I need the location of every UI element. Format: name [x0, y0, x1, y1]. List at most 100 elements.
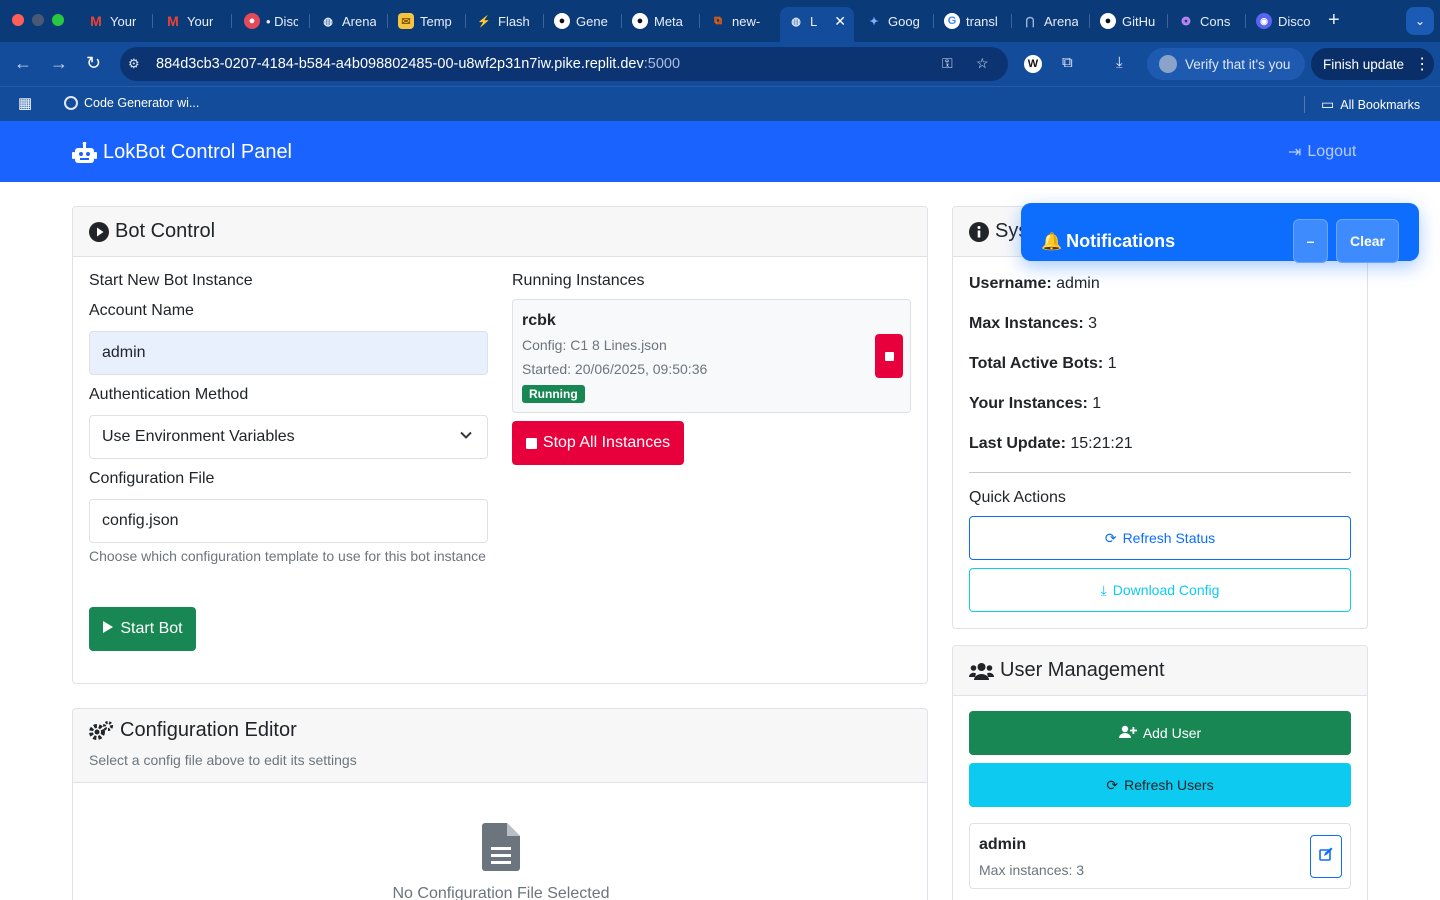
config-editor-subtitle: Select a config file above to edit its s… [89, 752, 357, 768]
robot-icon [72, 141, 97, 164]
refresh-icon: ⟳ [1104, 529, 1117, 546]
browser-tab[interactable]: M Your [80, 7, 150, 35]
stop-instance-button[interactable] [875, 334, 903, 378]
browser-tab[interactable]: ⧉ new- [702, 7, 774, 35]
browser-tab[interactable]: ⋂ Arena [1014, 7, 1086, 35]
chevron-down-icon [459, 428, 473, 447]
site-info-icon[interactable]: ⚙ [128, 56, 150, 72]
stop-icon [525, 437, 537, 449]
browser-tab[interactable]: ✦ Goog [858, 7, 930, 35]
bell-icon: 🔔 [1041, 231, 1063, 251]
user-list-item: admin Max instances: 3 [969, 823, 1351, 889]
brand[interactable]: LokBot Control Panel [72, 141, 292, 164]
close-tab-icon[interactable]: ✕ [834, 13, 846, 30]
download-icon: ⤓ [1100, 581, 1107, 598]
minimize-notifications-button[interactable]: – [1293, 219, 1328, 263]
url-text: 884d3cb3-0207-4184-b584-a4b098802485-00-… [156, 56, 681, 72]
apps-grid-icon[interactable]: ▦ [18, 94, 32, 112]
refresh-users-button[interactable]: ⟳ Refresh Users [969, 763, 1351, 807]
github-icon: ● [554, 13, 570, 29]
mail-icon: ✉ [398, 13, 414, 29]
start-bot-button[interactable]: Start Bot [89, 607, 196, 651]
browser-tab[interactable]: ● GitHu [1092, 7, 1164, 35]
finish-update-button[interactable]: Finish update ⋮ [1311, 48, 1434, 80]
gmail-icon: M [167, 13, 179, 29]
replit-icon: ⧉ [714, 14, 722, 27]
console-icon: ❂ [1181, 15, 1191, 28]
bookmark-code-generator[interactable]: Code Generator wi... [64, 96, 199, 110]
browser-tab[interactable]: Gtransl [936, 7, 1008, 35]
google-icon: G [944, 13, 960, 29]
user-max-instances: Max instances: 3 [979, 862, 1085, 878]
key-icon[interactable]: ⚿ [942, 55, 953, 72]
info-last-update: Last Update: 15:21:21 [969, 435, 1133, 452]
sign-out-icon: ⇥ [1288, 144, 1302, 161]
system-info-card: Sys [952, 206, 1368, 629]
notifications-panel: 🔔 Notifications – Clear [1021, 203, 1419, 263]
card-title: Configuration Editor [120, 719, 297, 741]
info-your-instances: Your Instances: 1 [969, 395, 1102, 412]
browser-tab[interactable]: ⚡ Flash [468, 7, 540, 35]
arena-icon: ⋂ [1025, 15, 1035, 28]
bookmarks-bar: ▦ Code Generator wi... ▭ All Bookmarks [0, 86, 1440, 121]
user-plus-icon [1118, 725, 1137, 742]
edit-user-button[interactable] [1310, 835, 1342, 878]
close-window-button[interactable] [12, 14, 24, 26]
config-help-text: Choose which configuration template to u… [89, 548, 486, 564]
info-max-instances: Max Instances: 3 [969, 315, 1098, 332]
info-circle-icon [969, 221, 989, 242]
puzzle-icon[interactable]: ⧉ [1062, 54, 1073, 71]
browser-tab[interactable]: ● Meta [624, 7, 696, 35]
quick-actions-heading: Quick Actions [969, 489, 1066, 506]
new-tab-button[interactable]: + [1328, 9, 1340, 32]
maximize-window-button[interactable] [52, 14, 64, 26]
avatar [1159, 55, 1177, 73]
config-file-label: Configuration File [89, 470, 215, 487]
reload-icon[interactable]: ↻ [86, 53, 101, 74]
download-config-button[interactable]: ⤓ Download Config [969, 568, 1351, 612]
auth-method-select[interactable]: Use Environment Variables [89, 415, 488, 459]
add-user-button[interactable]: Add User [969, 711, 1351, 755]
browser-tab[interactable]: M Your [157, 7, 229, 35]
github-icon: ● [1100, 13, 1116, 29]
account-name-label: Account Name [89, 302, 194, 319]
discord-tab-icon: ● [244, 13, 260, 29]
logout-button[interactable]: ⇥ Logout [1288, 142, 1356, 162]
browser-tab[interactable]: ❂ Cons [1170, 7, 1242, 35]
tab-search-button[interactable]: ⌄ [1406, 7, 1434, 35]
user-management-header: User Management [953, 646, 1367, 696]
instance-name: rcbk [522, 312, 556, 329]
extension-w-icon[interactable]: W [1024, 55, 1042, 73]
star-icon[interactable]: ☆ [976, 55, 989, 72]
account-name-input[interactable]: admin [89, 331, 488, 375]
address-bar[interactable]: ⚙ 884d3cb3-0207-4184-b584-a4b098802485-0… [120, 47, 1008, 81]
stop-all-instances-button[interactable]: Stop All Instances [512, 421, 684, 465]
config-editor-header: Configuration Editor Select a config fil… [73, 709, 927, 783]
browser-tab-strip: M Your M Your ● • Disc ◍ Arena ✉ Temp ⚡ Flash … [0, 0, 1440, 42]
empty-config-title: No Configuration File Selected [392, 885, 610, 900]
stop-icon [884, 351, 894, 361]
refresh-status-button[interactable]: ⟳ Refresh Status [969, 516, 1351, 560]
more-vertical-icon: ⋮ [1414, 56, 1431, 73]
clear-notifications-button[interactable]: Clear [1336, 219, 1399, 263]
all-bookmarks[interactable]: ▭ All Bookmarks [1321, 96, 1420, 113]
minimize-window-button[interactable] [32, 14, 44, 26]
browser-tab[interactable]: ✉ Temp [390, 7, 462, 35]
download-icon[interactable]: ⤓ [1116, 54, 1123, 71]
auth-method-label: Authentication Method [89, 386, 249, 403]
file-icon [482, 823, 520, 871]
config-file-input[interactable]: config.json [89, 499, 488, 543]
browser-tab[interactable]: ● Gene [546, 7, 618, 35]
refresh-icon: ⟳ [1106, 776, 1119, 793]
verify-identity-button[interactable]: Verify that it's you [1147, 48, 1305, 80]
forward-arrow-icon[interactable]: → [50, 53, 68, 74]
browser-tab[interactable]: ◉ Disco [1248, 7, 1320, 35]
browser-tab-active[interactable]: ◍ L ✕ [780, 7, 854, 42]
running-instances-heading: Running Instances [512, 272, 645, 289]
browser-tab[interactable]: ● • Disc [236, 7, 306, 35]
back-arrow-icon[interactable]: ← [14, 53, 32, 74]
users-icon [969, 661, 994, 681]
browser-tab[interactable]: ◍ Arena [312, 7, 384, 35]
notifications-title: 🔔 Notifications [1041, 231, 1176, 251]
github-icon: ● [632, 13, 648, 29]
